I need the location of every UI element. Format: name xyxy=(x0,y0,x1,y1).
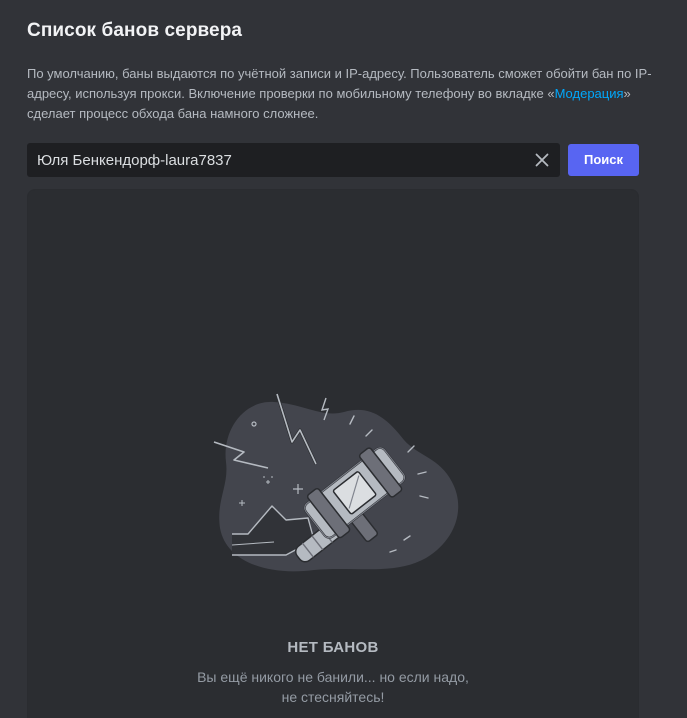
page-title: Список банов сервера xyxy=(27,20,243,41)
empty-state-subtitle-line2: не стесняйтесь! xyxy=(281,689,385,705)
empty-state-subtitle-line1: Вы ещё никого не банили... но если надо, xyxy=(197,669,469,685)
empty-state-subtitle: Вы ещё никого не банили... но если надо,… xyxy=(28,667,638,707)
moderation-link[interactable]: Модерация xyxy=(555,86,624,101)
search-bar xyxy=(27,143,560,177)
ban-hammer-icon xyxy=(213,393,459,572)
ban-description: По умолчанию, баны выдаются по учётной з… xyxy=(27,64,652,124)
ban-list-page: Список банов сервера По умолчанию, баны … xyxy=(0,0,687,718)
search-input[interactable] xyxy=(27,143,517,177)
search-button[interactable]: Поиск xyxy=(568,144,639,176)
close-icon[interactable] xyxy=(532,150,552,170)
ban-list-panel: НЕТ БАНОВ Вы ещё никого не банили... но … xyxy=(27,189,639,718)
empty-state-title: НЕТ БАНОВ xyxy=(287,639,379,656)
